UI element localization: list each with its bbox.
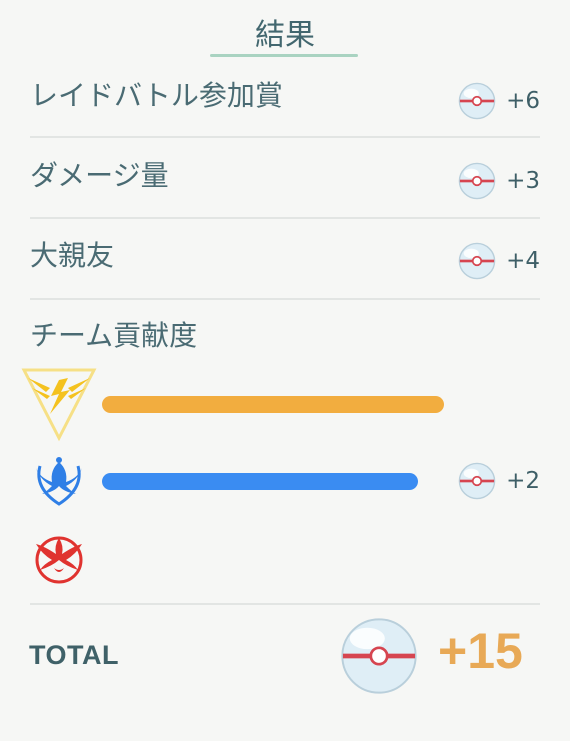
total-value: +15	[438, 623, 523, 679]
team-contribution-bar	[102, 396, 444, 413]
reward-value: +2	[458, 462, 540, 500]
premier-ball-icon	[458, 162, 496, 200]
reward-row-best-friend: 大親友 +4	[0, 218, 570, 300]
team-instinct-icon	[21, 368, 97, 442]
page-title: 結果	[255, 18, 315, 53]
reward-amount: +4	[506, 248, 540, 274]
title-underline	[210, 54, 358, 57]
total-label: TOTAL	[29, 640, 119, 670]
divider	[30, 603, 540, 605]
row-label: 大親友	[30, 239, 115, 272]
team-row-mystic: +2	[0, 452, 570, 512]
team-section-label: チーム貢献度	[30, 319, 198, 352]
reward-amount: +2	[506, 468, 540, 494]
reward-row-raid-participation: レイドバトル参加賞 +6	[0, 58, 570, 138]
header: 結果	[0, 0, 570, 58]
premier-ball-icon	[458, 462, 496, 500]
reward-amount: +6	[506, 88, 540, 114]
team-contribution-section: チーム貢献度 +2	[0, 298, 570, 605]
team-valor-icon	[35, 536, 83, 584]
premier-ball-icon	[458, 82, 496, 120]
row-label: レイドバトル参加賞	[30, 79, 283, 112]
team-row-instinct	[0, 366, 570, 442]
team-row-valor	[0, 530, 570, 586]
reward-value: +3	[458, 162, 540, 200]
team-contribution-bar	[102, 473, 418, 490]
reward-value: +6	[458, 82, 540, 120]
premier-ball-icon	[458, 242, 496, 280]
premier-ball-icon	[341, 618, 417, 694]
team-mystic-icon	[36, 457, 82, 506]
reward-row-damage: ダメージ量 +3	[0, 138, 570, 219]
row-label: ダメージ量	[30, 159, 169, 192]
reward-amount: +3	[506, 168, 540, 194]
reward-value: +4	[458, 242, 540, 280]
